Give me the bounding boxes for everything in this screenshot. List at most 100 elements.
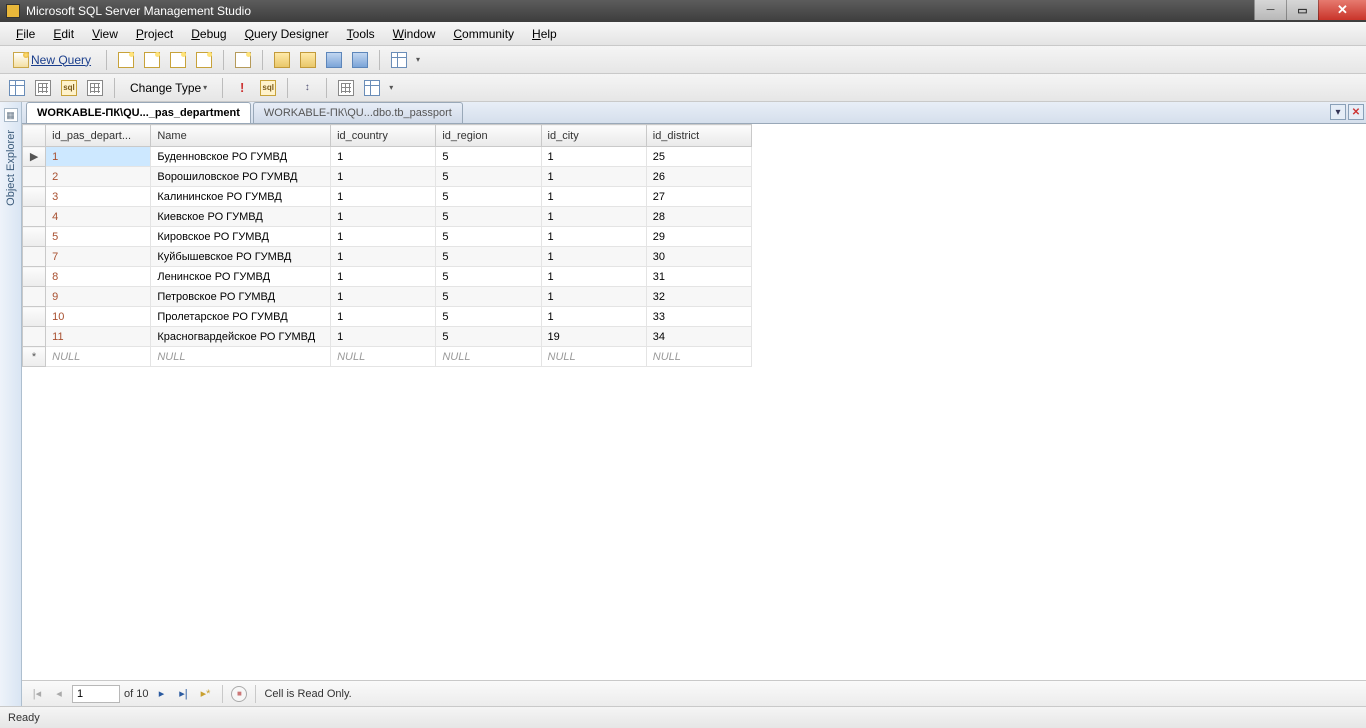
menu-debug[interactable]: Debug <box>183 25 234 43</box>
cell-district[interactable]: 29 <box>646 227 751 247</box>
show-sql-button[interactable]: sql <box>58 77 80 99</box>
sort-asc-button[interactable]: ↕ <box>296 77 318 99</box>
menu-view[interactable]: View <box>84 25 126 43</box>
cell-region[interactable]: 5 <box>436 147 541 167</box>
cell-id[interactable]: 7 <box>46 247 151 267</box>
cell-name[interactable]: Петровское РО ГУМВД <box>151 287 331 307</box>
table-row-new[interactable]: *NULLNULLNULLNULLNULLNULL <box>23 347 752 367</box>
toolbar-overflow-icon[interactable]: ▾ <box>416 55 420 64</box>
cell-district[interactable]: 28 <box>646 207 751 227</box>
row-selector[interactable] <box>23 167 46 187</box>
row-selector-new[interactable]: * <box>23 347 46 367</box>
cell-name[interactable]: Киевское РО ГУМВД <box>151 207 331 227</box>
cell-city[interactable]: 1 <box>541 207 646 227</box>
show-criteria-button[interactable] <box>32 77 54 99</box>
show-results-button[interactable] <box>84 77 106 99</box>
cell-name[interactable]: Калининское РО ГУМВД <box>151 187 331 207</box>
cell-city[interactable]: 1 <box>541 187 646 207</box>
cell-district[interactable]: 33 <box>646 307 751 327</box>
add-table-button[interactable] <box>361 77 383 99</box>
row-selector[interactable]: ▶ <box>23 147 46 167</box>
table-row[interactable]: 9Петровское РО ГУМВД15132 <box>23 287 752 307</box>
cell-district[interactable]: 32 <box>646 287 751 307</box>
nav-prev-button[interactable]: ◂ <box>50 685 68 703</box>
cell-name[interactable]: Буденновское РО ГУМВД <box>151 147 331 167</box>
cell-country[interactable]: 1 <box>331 207 436 227</box>
open-project-button[interactable] <box>297 49 319 71</box>
cell-city[interactable]: 1 <box>541 167 646 187</box>
tab-list-dropdown[interactable]: ▾ <box>1330 104 1346 120</box>
cell-country[interactable]: 1 <box>331 227 436 247</box>
new-analysis-query-button[interactable] <box>141 49 163 71</box>
row-selector[interactable] <box>23 207 46 227</box>
new-db-engine-query-button[interactable] <box>115 49 137 71</box>
row-selector[interactable] <box>23 247 46 267</box>
cell-region[interactable]: 5 <box>436 287 541 307</box>
menu-querydesigner[interactable]: Query Designer <box>237 25 337 43</box>
cell-id[interactable]: 10 <box>46 307 151 327</box>
object-explorer-tab[interactable]: ▦ Object Explorer <box>0 102 22 706</box>
add-group-button[interactable] <box>335 77 357 99</box>
nav-last-button[interactable]: ▸| <box>174 685 192 703</box>
cell-null[interactable]: NULL <box>646 347 751 367</box>
cell-country[interactable]: 1 <box>331 187 436 207</box>
cell-city[interactable]: 19 <box>541 327 646 347</box>
cell-region[interactable]: 5 <box>436 207 541 227</box>
table-row[interactable]: ▶1Буденновское РО ГУМВД15125 <box>23 147 752 167</box>
cell-name[interactable]: Красногвардейское РО ГУМВД <box>151 327 331 347</box>
save-button[interactable] <box>323 49 345 71</box>
change-type-button[interactable]: Change Type ▾ <box>123 77 214 99</box>
table-row[interactable]: 8Ленинское РО ГУМВД15131 <box>23 267 752 287</box>
cell-city[interactable]: 1 <box>541 147 646 167</box>
tab-tb-passport[interactable]: WORKABLE-ПК\QU...dbo.tb_passport <box>253 102 463 123</box>
new-file-button[interactable] <box>232 49 254 71</box>
cell-null[interactable]: NULL <box>46 347 151 367</box>
col-header-district[interactable]: id_district <box>646 125 751 147</box>
cell-country[interactable]: 1 <box>331 247 436 267</box>
cell-id[interactable]: 9 <box>46 287 151 307</box>
nav-stop-button[interactable]: ■ <box>231 686 247 702</box>
cell-city[interactable]: 1 <box>541 287 646 307</box>
cell-country[interactable]: 1 <box>331 287 436 307</box>
nav-new-button[interactable]: ▸* <box>196 685 214 703</box>
cell-district[interactable]: 26 <box>646 167 751 187</box>
row-selector[interactable] <box>23 327 46 347</box>
col-header-region[interactable]: id_region <box>436 125 541 147</box>
cell-country[interactable]: 1 <box>331 327 436 347</box>
cell-city[interactable]: 1 <box>541 307 646 327</box>
row-selector[interactable] <box>23 227 46 247</box>
cell-region[interactable]: 5 <box>436 247 541 267</box>
cell-id[interactable]: 3 <box>46 187 151 207</box>
cell-id[interactable]: 5 <box>46 227 151 247</box>
show-diagram-button[interactable] <box>6 77 28 99</box>
col-header-name[interactable]: Name <box>151 125 331 147</box>
cell-region[interactable]: 5 <box>436 327 541 347</box>
tab-close-button[interactable]: ✕ <box>1348 104 1364 120</box>
nav-position-input[interactable] <box>72 685 120 703</box>
verify-sql-button[interactable]: sql <box>257 77 279 99</box>
cell-region[interactable]: 5 <box>436 187 541 207</box>
minimize-button[interactable]: ─ <box>1254 0 1286 20</box>
execute-button[interactable]: ! <box>231 77 253 99</box>
cell-name[interactable]: Ворошиловское РО ГУМВД <box>151 167 331 187</box>
table-row[interactable]: 4Киевское РО ГУМВД15128 <box>23 207 752 227</box>
cell-id[interactable]: 1 <box>46 147 151 167</box>
table-row[interactable]: 7Куйбышевское РО ГУМВД15130 <box>23 247 752 267</box>
col-header-country[interactable]: id_country <box>331 125 436 147</box>
table-row[interactable]: 10Пролетарское РО ГУМВД15133 <box>23 307 752 327</box>
cell-country[interactable]: 1 <box>331 267 436 287</box>
menu-tools[interactable]: Tools <box>339 25 383 43</box>
cell-null[interactable]: NULL <box>151 347 331 367</box>
cell-district[interactable]: 25 <box>646 147 751 167</box>
table-row[interactable]: 11Красногвардейское РО ГУМВД151934 <box>23 327 752 347</box>
menu-project[interactable]: Project <box>128 25 181 43</box>
table-row[interactable]: 2Ворошиловское РО ГУМВД15126 <box>23 167 752 187</box>
menu-file[interactable]: File <box>8 25 43 43</box>
table-row[interactable]: 3Калининское РО ГУМВД15127 <box>23 187 752 207</box>
activity-monitor-button[interactable] <box>388 49 410 71</box>
row-selector[interactable] <box>23 187 46 207</box>
col-header-city[interactable]: id_city <box>541 125 646 147</box>
cell-district[interactable]: 27 <box>646 187 751 207</box>
cell-district[interactable]: 31 <box>646 267 751 287</box>
nav-next-button[interactable]: ▸ <box>152 685 170 703</box>
